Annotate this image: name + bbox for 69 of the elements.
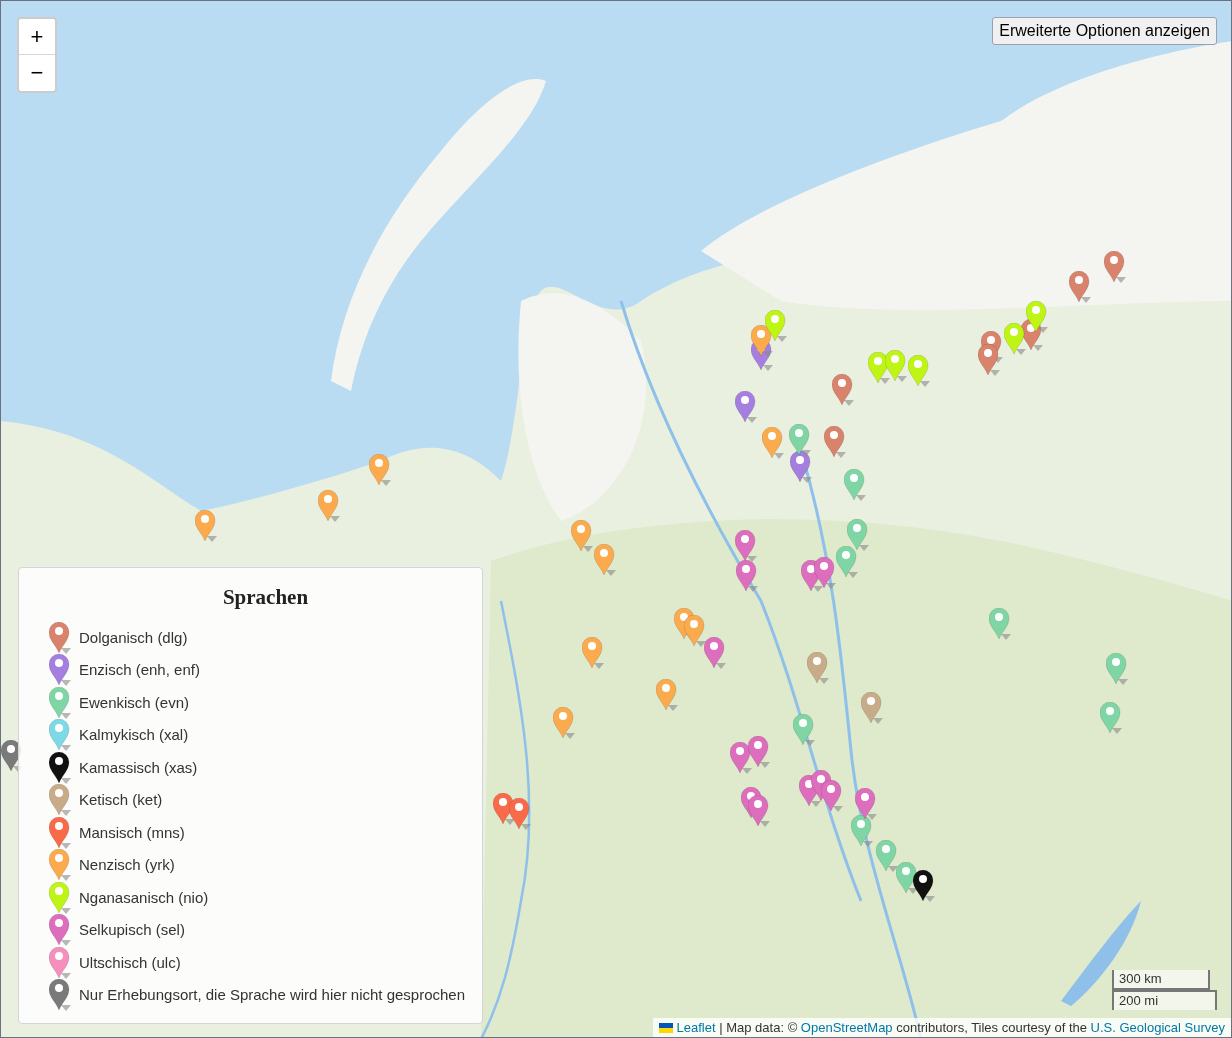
map-marker-icon[interactable] (1104, 251, 1126, 283)
map-marker-icon[interactable] (735, 530, 757, 562)
map-marker-icon[interactable] (1004, 323, 1026, 355)
map-marker-icon[interactable] (913, 870, 935, 902)
legend-label: Nur Erhebungsort, die Sprache wird hier nicht gesprochen (79, 985, 466, 1005)
map-marker-icon[interactable] (751, 325, 773, 357)
legend-label: Mansisch (mns) (79, 822, 185, 843)
map-marker-icon[interactable] (765, 310, 787, 342)
map-marker-icon[interactable] (789, 424, 811, 456)
map-marker-icon[interactable] (684, 615, 706, 647)
map-marker-icon[interactable] (885, 350, 907, 382)
options-button[interactable]: Erweiterte Optionen anzeigen (992, 17, 1217, 45)
legend-title: Sprachen (221, 584, 310, 611)
map-marker-icon[interactable] (736, 560, 758, 592)
flag-icon (658, 1022, 673, 1033)
map-marker-icon[interactable] (824, 426, 846, 458)
map-marker-icon[interactable] (836, 546, 858, 578)
map-marker-icon[interactable] (814, 557, 836, 589)
map-marker-icon[interactable] (1069, 271, 1091, 303)
map-marker-icon[interactable] (876, 840, 898, 872)
legend-label: Nganasanisch (nio) (79, 887, 209, 908)
map-marker-icon[interactable] (821, 780, 843, 812)
map-marker-icon[interactable] (855, 788, 877, 820)
map-marker-icon[interactable] (730, 742, 752, 774)
map-marker-icon[interactable] (1026, 301, 1048, 333)
map-marker-icon[interactable] (1100, 702, 1122, 734)
map-marker-icon[interactable] (978, 344, 1000, 376)
map-marker-icon[interactable] (762, 427, 784, 459)
map-marker-icon[interactable] (582, 637, 604, 669)
map-marker-icon[interactable] (790, 451, 812, 483)
map-marker-icon[interactable] (553, 707, 575, 739)
legend-label: Dolganisch (dlg) (79, 627, 188, 648)
legend-label: Ultschisch (ulc) (79, 952, 181, 973)
map-marker-icon[interactable] (704, 637, 726, 669)
map-marker-icon[interactable] (748, 795, 770, 827)
map-marker-icon[interactable] (1106, 653, 1128, 685)
scale-bar: 300 km (1112, 970, 1210, 990)
map-marker-icon[interactable] (369, 454, 391, 486)
map-marker-icon[interactable] (989, 608, 1011, 640)
attribution-link[interactable]: OpenStreetMap (800, 1018, 893, 1037)
legend-label: Kalmykisch (xal) (79, 725, 189, 745)
legend-label: Selkupisch (sel) (79, 920, 185, 940)
map-marker-icon[interactable] (656, 679, 678, 711)
attribution-text: contributors, Tiles courtesy of the (895, 1019, 1088, 1037)
map-marker-icon[interactable] (195, 510, 217, 542)
attribution-link[interactable]: U.S. Geological Survey (1090, 1018, 1225, 1037)
map-marker-icon[interactable] (896, 862, 918, 894)
map-marker-icon[interactable] (571, 520, 593, 552)
attribution-text: | Map data: © (718, 1019, 799, 1037)
map-marker-icon[interactable] (735, 391, 757, 423)
map-marker-icon[interactable] (847, 519, 869, 551)
legend-label: Ketisch (ket) (79, 790, 163, 810)
map-marker-icon[interactable] (793, 714, 815, 746)
attribution-link[interactable]: Leaflet (676, 1018, 716, 1037)
legend-label: Nenzisch (yrk) (79, 855, 175, 875)
map-marker-icon[interactable] (748, 736, 770, 768)
map-marker-icon[interactable] (807, 652, 829, 684)
legend-label: Enzisch (enh, enf) (79, 660, 200, 680)
map-marker-icon[interactable] (851, 815, 873, 847)
legend-label: Kamassisch (xas) (79, 757, 198, 778)
map-marker-icon[interactable] (908, 355, 930, 387)
map-marker-icon[interactable] (832, 374, 854, 406)
map-marker-icon[interactable] (844, 469, 866, 501)
map-marker-icon[interactable] (861, 692, 883, 724)
scale-bar: 200 mi (1112, 990, 1217, 1010)
map-marker-icon[interactable] (594, 544, 616, 576)
legend-label: Ewenkisch (evn) (79, 692, 190, 713)
map-marker-icon[interactable] (318, 490, 340, 522)
map-marker-icon[interactable] (509, 798, 531, 830)
